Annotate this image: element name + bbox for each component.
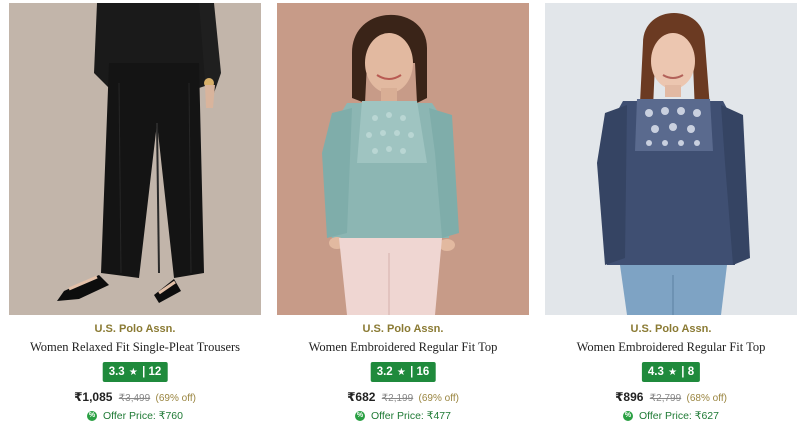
offer-row: % Offer Price: ₹760 (9, 410, 261, 422)
product-title[interactable]: Women Relaxed Fit Single-Pleat Trousers (9, 340, 261, 355)
product-brand: U.S. Polo Assn. (362, 323, 444, 335)
rating-count: 12 (148, 366, 162, 378)
star-icon: ★ (396, 367, 406, 378)
product-card[interactable]: U.S. Polo Assn. Women Relaxed Fit Single… (9, 0, 261, 433)
offer-price: Offer Price: ₹760 (102, 410, 183, 422)
rating-count: 16 (416, 366, 430, 378)
star-icon: ★ (128, 367, 138, 378)
product-image[interactable] (9, 3, 261, 315)
offer-price: Offer Price: ₹477 (370, 410, 451, 422)
product-photo-navy-top (545, 3, 797, 315)
rating-value: 3.2 (376, 366, 393, 378)
sale-price: ₹896 (615, 390, 644, 404)
offer-row: % Offer Price: ₹627 (545, 410, 797, 422)
product-title[interactable]: Women Embroidered Regular Fit Top (277, 340, 529, 355)
price-row: ₹682 ₹2,199 (69% off) (277, 390, 529, 404)
offer-tag-icon: % (355, 411, 366, 422)
product-card[interactable]: U.S. Polo Assn. Women Embroidered Regula… (545, 0, 797, 433)
price-row: ₹896 ₹2,799 (68% off) (545, 390, 797, 404)
product-photo-green-top (277, 3, 529, 315)
offer-tag-icon: % (623, 411, 634, 422)
price-row: ₹1,085 ₹3,499 (69% off) (9, 390, 261, 404)
rating-count: 8 (687, 366, 695, 378)
product-brand: U.S. Polo Assn. (630, 323, 712, 335)
mrp-price: ₹2,799 (649, 393, 682, 404)
rating-separator: | (410, 366, 414, 378)
product-image[interactable] (545, 3, 797, 315)
offer-row: % Offer Price: ₹477 (277, 410, 529, 422)
mrp-price: ₹2,199 (381, 393, 414, 404)
discount-percent: (69% off) (155, 393, 196, 404)
sale-price: ₹1,085 (74, 390, 113, 404)
rating-badge: 3.3 ★ | 12 (102, 362, 168, 382)
rating-badge: 3.2 ★ | 16 (370, 362, 436, 382)
product-title[interactable]: Women Embroidered Regular Fit Top (545, 340, 797, 355)
rating-value: 4.3 (647, 366, 664, 378)
rating-value: 3.3 (108, 366, 125, 378)
mrp-price: ₹3,499 (118, 393, 151, 404)
rating-separator: | (142, 366, 146, 378)
star-icon: ★ (668, 367, 678, 378)
product-grid: U.S. Polo Assn. Women Relaxed Fit Single… (0, 0, 800, 433)
offer-tag-icon: % (87, 411, 98, 422)
sale-price: ₹682 (347, 390, 376, 404)
product-card[interactable]: U.S. Polo Assn. Women Embroidered Regula… (277, 0, 529, 433)
discount-percent: (69% off) (418, 393, 459, 404)
discount-percent: (68% off) (686, 393, 727, 404)
rating-badge: 4.3 ★ | 8 (641, 362, 701, 382)
product-image[interactable] (277, 3, 529, 315)
offer-price: Offer Price: ₹627 (638, 410, 719, 422)
product-photo-trousers (9, 3, 261, 315)
product-brand: U.S. Polo Assn. (94, 323, 176, 335)
rating-separator: | (681, 366, 685, 378)
